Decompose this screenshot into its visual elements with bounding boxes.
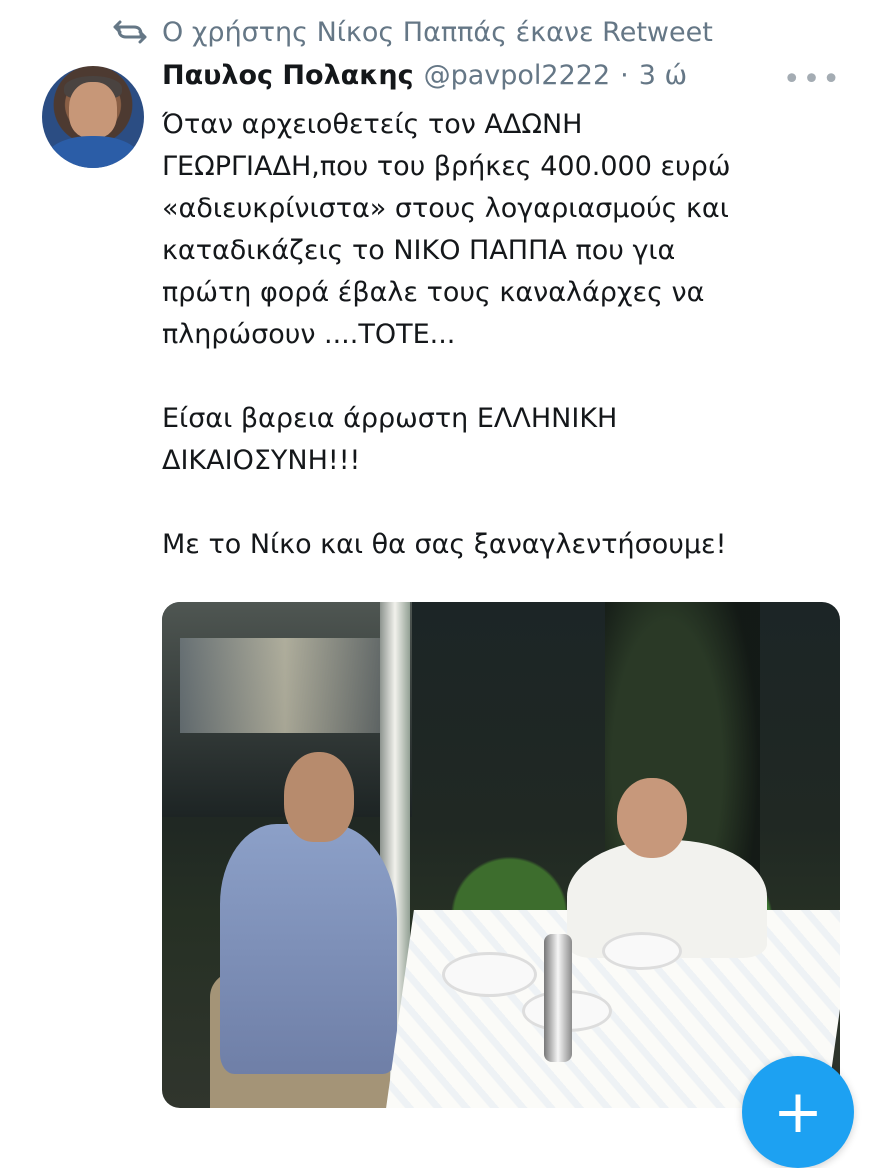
retweet-icon — [113, 20, 147, 44]
plus-icon: + — [772, 1077, 824, 1147]
avatar-face — [69, 82, 117, 138]
tweet-header: Παυλος Πολακης @pavpol2222 · 3 ώ ••• — [162, 60, 842, 104]
retweet-context: Ο χρήστης Νίκος Παππάς έκανε Retweet — [112, 12, 713, 52]
time-separator: · — [620, 60, 629, 91]
right-person-head — [617, 778, 687, 858]
author-name[interactable]: Παυλος Πολακης — [162, 60, 414, 91]
avatar[interactable] — [42, 66, 144, 168]
left-person-head — [284, 752, 354, 842]
more-icon[interactable]: ••• — [783, 62, 842, 97]
window-lights — [180, 638, 390, 733]
left-person — [220, 824, 397, 1074]
water-bottle — [544, 934, 572, 1062]
author-handle[interactable]: @pavpol2222 — [424, 60, 611, 91]
tweet-time[interactable]: 3 ώ — [639, 60, 687, 91]
plate — [602, 932, 682, 970]
plate — [442, 952, 537, 997]
tweet-text: Όταν αρχειοθετείς τον ΑΔΩΝΗ ΓΕΩΡΓΙΑΔΗ,πο… — [162, 109, 731, 560]
compose-tweet-button[interactable]: + — [742, 1056, 854, 1168]
avatar-shirt — [46, 136, 140, 168]
retweet-label: Ο χρήστης Νίκος Παππάς έκανε Retweet — [162, 16, 713, 48]
tweet-photo[interactable] — [162, 602, 840, 1108]
